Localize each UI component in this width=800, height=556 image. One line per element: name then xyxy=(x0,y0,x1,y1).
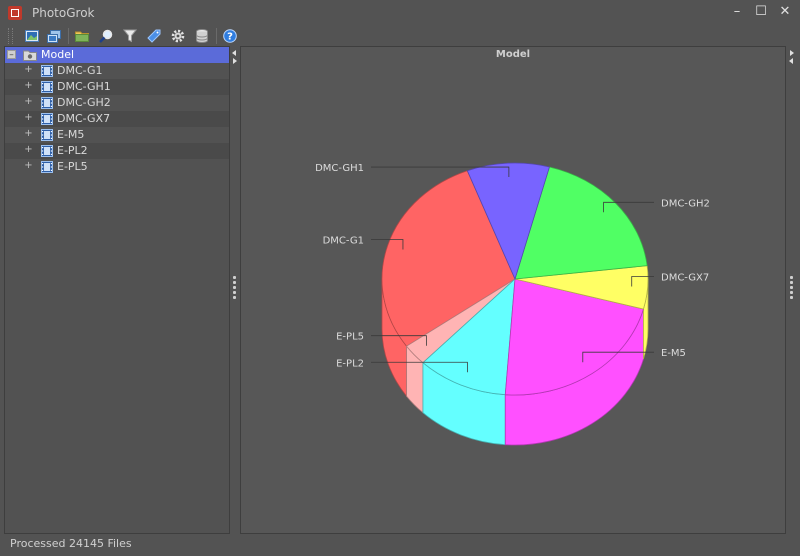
folder-icon[interactable] xyxy=(74,28,90,44)
left-splitter[interactable] xyxy=(231,46,239,534)
tree-item-label: Model xyxy=(41,48,75,61)
film-strip-icon xyxy=(41,129,53,141)
film-strip-icon xyxy=(41,97,53,109)
help-icon[interactable]: ? xyxy=(222,28,238,44)
pie-chart: DMC-G1 E-PL5 E-PL2 E-M5 DMC-GX7 DMC-GH2 DMC-GH… xyxy=(315,162,710,446)
model-tree-panel: – Model + DMC-G1 + DMC-GH1 + DMC-GH2 + DMC-GX7 + E-… xyxy=(4,46,230,534)
slice-label-dmc-gx7: DMC-GX7 xyxy=(661,272,709,283)
toolbar-separator xyxy=(216,28,217,44)
tree-root-model[interactable]: – Model xyxy=(5,47,229,63)
tree-item-dmc-gh2[interactable]: + DMC-GH2 xyxy=(5,95,229,111)
tree-item-label: E-PL2 xyxy=(57,144,88,157)
gear-icon[interactable] xyxy=(170,28,186,44)
toolbar-grip[interactable] xyxy=(8,28,13,44)
film-strip-icon xyxy=(41,81,53,93)
tree-item-label: DMC-GH1 xyxy=(57,80,111,93)
expand-toggle[interactable]: + xyxy=(24,113,33,123)
folder-camera-icon xyxy=(23,49,37,61)
splitter-grip-icon[interactable] xyxy=(233,276,236,301)
collapse-toggle[interactable]: – xyxy=(7,50,16,60)
tree-item-label: E-PL5 xyxy=(57,160,88,173)
expand-toggle[interactable]: + xyxy=(24,81,33,91)
svg-text:?: ? xyxy=(227,32,233,43)
status-bar: Processed 24145 Files xyxy=(0,534,800,556)
film-strip-icon xyxy=(41,113,53,125)
app-logo-icon xyxy=(8,6,22,20)
close-button[interactable]: ✕ xyxy=(778,4,792,20)
slice-label-e-m5: E-M5 xyxy=(661,348,686,359)
expand-toggle[interactable]: + xyxy=(24,97,33,107)
filter-icon[interactable] xyxy=(122,28,138,44)
expand-toggle[interactable]: + xyxy=(24,65,33,75)
tag-icon[interactable] xyxy=(146,28,162,44)
tree-item-e-m5[interactable]: + E-M5 xyxy=(5,127,229,143)
tree-item-label: DMC-GX7 xyxy=(57,112,111,125)
maximize-button[interactable]: ☐ xyxy=(754,4,768,20)
tree-item-dmc-gx7[interactable]: + DMC-GX7 xyxy=(5,111,229,127)
window-controls: – ☐ ✕ xyxy=(730,4,792,20)
right-splitter[interactable] xyxy=(787,46,797,534)
film-strip-icon xyxy=(41,65,53,77)
slice-label-e-pl2: E-PL2 xyxy=(336,358,364,369)
search-icon[interactable] xyxy=(98,28,114,44)
status-text: Processed 24145 Files xyxy=(10,537,132,550)
slice-label-dmc-gh1: DMC-GH1 xyxy=(315,163,364,174)
slice-label-e-pl5: E-PL5 xyxy=(336,332,364,343)
collapse-right-arrow-icon[interactable] xyxy=(790,50,794,56)
tree-item-label: DMC-GH2 xyxy=(57,96,111,109)
collapse-left-arrow-icon[interactable] xyxy=(232,50,236,56)
tree-item-e-pl5[interactable]: + E-PL5 xyxy=(5,159,229,175)
window-title: PhotoGrok xyxy=(32,6,95,20)
expand-toggle[interactable]: + xyxy=(24,145,33,155)
gallery-icon[interactable] xyxy=(46,28,62,44)
image-icon[interactable] xyxy=(24,28,40,44)
slice-label-dmc-gh2: DMC-GH2 xyxy=(661,198,710,209)
title-bar: PhotoGrok – ☐ ✕ xyxy=(0,0,800,26)
film-strip-icon xyxy=(41,161,53,173)
splitter-grip-icon[interactable] xyxy=(790,276,793,301)
tree-item-dmc-g1[interactable]: + DMC-G1 xyxy=(5,63,229,79)
tree-item-e-pl2[interactable]: + E-PL2 xyxy=(5,143,229,159)
tree-item-label: DMC-G1 xyxy=(57,64,103,77)
film-strip-icon xyxy=(41,145,53,157)
expand-left-arrow-icon[interactable] xyxy=(789,58,793,64)
expand-toggle[interactable]: + xyxy=(24,129,33,139)
toolbar-separator xyxy=(68,28,69,44)
minimize-button[interactable]: – xyxy=(730,4,744,20)
database-icon[interactable] xyxy=(194,28,210,44)
tree-item-label: E-M5 xyxy=(57,128,85,141)
chart-panel: Model DMC-G1 E-PL5 E-PL2 E-M5 DMC-GX7 DMC-GH2… xyxy=(240,46,786,534)
expand-right-arrow-icon[interactable] xyxy=(233,58,237,64)
toolbar: ? xyxy=(0,26,800,46)
tree-item-dmc-gh1[interactable]: + DMC-GH1 xyxy=(5,79,229,95)
slice-label-dmc-g1: DMC-G1 xyxy=(323,235,364,246)
expand-toggle[interactable]: + xyxy=(24,161,33,171)
